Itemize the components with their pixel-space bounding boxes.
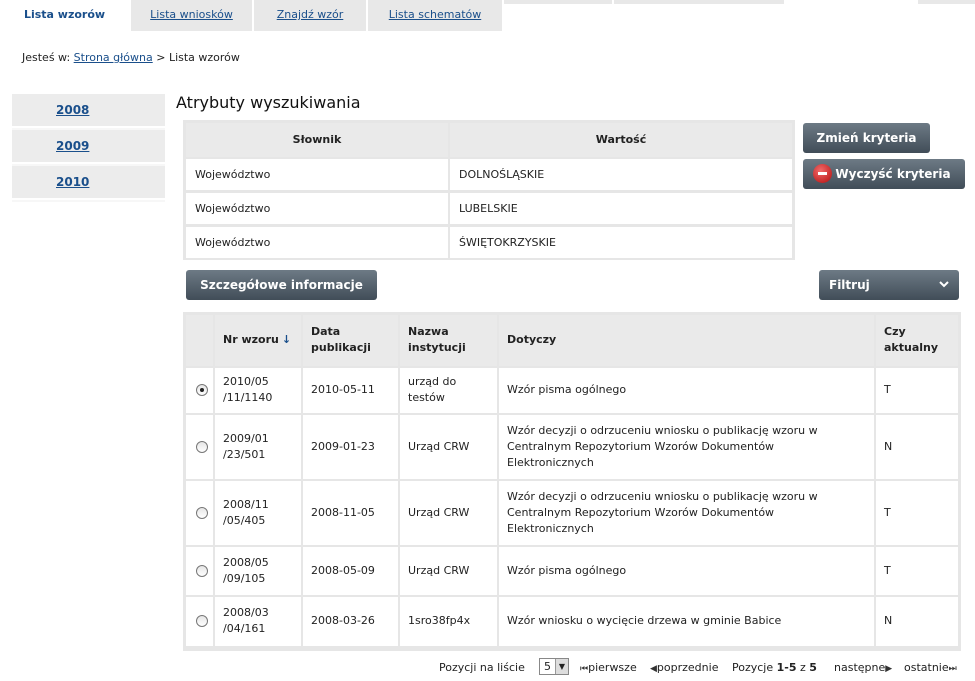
table-cell: 2008/11 /05/405: [215, 481, 301, 545]
table-cell: 1sro38fp4x: [400, 597, 497, 646]
tab-lista-wzorow[interactable]: Lista wzorów: [0, 0, 130, 31]
row-radio[interactable]: [196, 615, 208, 627]
filter-dropdown-button[interactable]: Filtruj: [819, 270, 959, 300]
year-nav: 2008 2009 2010: [12, 94, 165, 202]
tab-strip: [504, 0, 612, 4]
row-radio[interactable]: [196, 384, 208, 396]
prev-page-icon: ◀: [650, 664, 657, 674]
first-page-link[interactable]: ⏮pierwsze: [580, 661, 637, 674]
row-radio[interactable]: [196, 507, 208, 519]
chevron-down-icon: ▼: [555, 659, 568, 674]
per-page-label: Pozycji na liście: [439, 661, 525, 674]
last-page-link[interactable]: ostatnie⏭: [904, 661, 957, 674]
table-cell: Wzór decyzji o odrzuceniu wniosku o publ…: [499, 481, 874, 545]
year-item-2010[interactable]: 2010: [12, 166, 165, 200]
table-cell: Wzór wniosku o wycięcie drzewa w gminie …: [499, 597, 874, 646]
column-header-select: [186, 315, 213, 366]
column-header-nazwa-instytucji: Nazwa instytucji: [400, 315, 497, 366]
details-button[interactable]: Szczegółowe informacje: [186, 270, 377, 300]
page-title: Atrybuty wyszukiwania: [176, 93, 361, 112]
breadcrumb-current: Lista wzorów: [168, 51, 240, 64]
criteria-value-cell: DOLNOŚLĄSKIE: [450, 159, 792, 190]
table-cell: T: [876, 368, 958, 413]
table-cell: N: [876, 415, 958, 479]
year-item-2009[interactable]: 2009: [12, 130, 165, 164]
table-cell: 2008-03-26: [303, 597, 398, 646]
row-select-cell: [186, 415, 213, 479]
criteria-dictionary-cell: Województwo: [186, 159, 448, 190]
tab-lista-wnioskow[interactable]: Lista wniosków: [131, 0, 253, 31]
breadcrumb: Jesteś w: Strona główna > Lista wzorów: [22, 51, 240, 64]
row-select-cell: [186, 481, 213, 545]
table-cell: 2008/03 /04/161: [215, 597, 301, 646]
criteria-dictionary-cell: Województwo: [186, 193, 448, 224]
breadcrumb-home-link[interactable]: Strona główna: [74, 51, 153, 64]
tab-znajdz-wzor[interactable]: Znajdź wzór: [254, 0, 367, 31]
column-header-wartosc: Wartość: [450, 123, 792, 157]
per-page-select[interactable]: 5 ▼: [539, 658, 569, 675]
column-header-slownik: Słownik: [186, 123, 448, 157]
table-cell: T: [876, 481, 958, 545]
table-cell: Urząd CRW: [400, 547, 497, 595]
row-select-cell: [186, 368, 213, 413]
tab-lista-schematow[interactable]: Lista schematów: [368, 0, 503, 31]
table-cell: 2010/05 /11/1140: [215, 368, 301, 413]
next-page-icon: ▶: [885, 664, 893, 674]
first-page-icon: ⏮: [580, 664, 589, 674]
table-cell: Wzór pisma ogólnego: [499, 547, 874, 595]
tab-strip: [918, 0, 975, 4]
table-cell: urząd do testów: [400, 368, 497, 413]
table-cell: 2010-05-11: [303, 368, 398, 413]
results-table: Nr wzoru ↓ Data publikacji Nazwa instytuc…: [183, 312, 961, 651]
table-cell: 2009-01-23: [303, 415, 398, 479]
table-cell: N: [876, 597, 958, 646]
column-header-dotyczy: Dotyczy: [499, 315, 874, 366]
table-cell: T: [876, 547, 958, 595]
table-cell: 2008-05-09: [303, 547, 398, 595]
next-page-link[interactable]: następne▶: [834, 661, 892, 674]
table-cell: Wzór pisma ogólnego: [499, 368, 874, 413]
table-cell: 2008-11-05: [303, 481, 398, 545]
tab-strip: [614, 0, 784, 4]
criteria-value-cell: ŚWIĘTOKRZYSKIE: [450, 227, 792, 258]
sort-arrow-down-icon: ↓: [281, 333, 292, 346]
row-select-cell: [186, 547, 213, 595]
prev-page-link[interactable]: ◀poprzednie: [650, 661, 718, 674]
chevron-down-icon: [939, 281, 949, 288]
table-cell: 2009/01 /23/501: [215, 415, 301, 479]
year-item-2008[interactable]: 2008: [12, 94, 165, 128]
row-radio[interactable]: [196, 441, 208, 453]
column-header-nr-wzoru[interactable]: Nr wzoru ↓: [215, 315, 301, 366]
row-radio[interactable]: [196, 565, 208, 577]
page-status: Pozycje 1-5 z 5: [732, 661, 817, 674]
criteria-value-cell: LUBELSKIE: [450, 193, 792, 224]
column-header-czy-aktualny: Czy aktualny: [876, 315, 958, 366]
table-cell: Urząd CRW: [400, 415, 497, 479]
criteria-dictionary-cell: Województwo: [186, 227, 448, 258]
criteria-table: Słownik Wartość Województwo DOLNOŚLĄSKIE…: [183, 120, 795, 260]
table-cell: Urząd CRW: [400, 481, 497, 545]
change-criteria-button[interactable]: Zmień kryteria: [803, 123, 930, 153]
clear-criteria-button[interactable]: Wyczyść kryteria: [803, 159, 965, 189]
tab-bar: Lista wzorów Lista wniosków Znajdź wzór …: [0, 0, 975, 31]
last-page-icon: ⏭: [948, 664, 957, 674]
table-cell: Wzór decyzji o odrzuceniu wniosku o publ…: [499, 415, 874, 479]
row-select-cell: [186, 597, 213, 646]
column-header-data-publikacji: Data publikacji: [303, 315, 398, 366]
table-cell: 2008/05 /09/105: [215, 547, 301, 595]
